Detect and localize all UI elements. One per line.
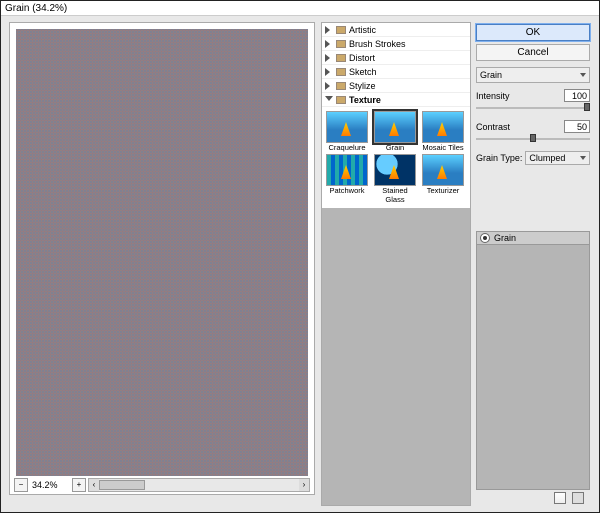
thumb-craquelure[interactable]: Craquelure [324, 111, 370, 152]
category-texture[interactable]: Texture [322, 93, 470, 107]
category-label: Distort [349, 53, 375, 63]
intensity-slider[interactable] [476, 104, 590, 112]
thumb-stained-glass[interactable]: Stained Glass [372, 154, 418, 204]
thumb-label: Mosaic Tiles [420, 143, 466, 152]
category-distort[interactable]: Distort [322, 51, 470, 65]
thumb-mosaic-tiles[interactable]: Mosaic Tiles [420, 111, 466, 152]
folder-icon [336, 54, 346, 62]
window-title: Grain (34.2%) [1, 1, 599, 16]
thumb-label: Stained Glass [372, 186, 418, 204]
delete-effect-layer-icon[interactable] [572, 492, 584, 504]
filter-name-label: Grain [480, 70, 502, 80]
category-label: Sketch [349, 67, 377, 77]
zoom-out-button[interactable]: − [14, 478, 28, 492]
category-sketch[interactable]: Sketch [322, 65, 470, 79]
param-contrast: Contrast [476, 120, 590, 143]
folder-icon [336, 82, 346, 90]
chevron-down-icon [580, 156, 586, 160]
thumb-label: Patchwork [324, 186, 370, 195]
ok-button[interactable]: OK [476, 24, 590, 41]
category-label: Artistic [349, 25, 376, 35]
zoom-in-button[interactable]: + [72, 478, 86, 492]
thumb-label: Texturizer [420, 186, 466, 195]
thumb-label: Craquelure [324, 143, 370, 152]
folder-icon [336, 40, 346, 48]
thumb-label: Grain [372, 143, 418, 152]
chevron-right-icon [325, 40, 333, 48]
category-brush-strokes[interactable]: Brush Strokes [322, 37, 470, 51]
chevron-right-icon [325, 68, 333, 76]
preview-panel: − 34.2% + ‹› [9, 22, 315, 495]
effect-layer-row[interactable]: Grain [476, 231, 590, 245]
filter-name-select[interactable]: Grain [476, 67, 590, 83]
visibility-eye-icon[interactable] [480, 233, 490, 243]
chevron-right-icon [325, 54, 333, 62]
param-intensity: Intensity [476, 89, 590, 112]
param-label: Contrast [476, 122, 510, 132]
category-label: Texture [349, 95, 381, 105]
category-label: Brush Strokes [349, 39, 406, 49]
chevron-down-icon [325, 96, 333, 104]
new-effect-layer-icon[interactable] [554, 492, 566, 504]
grain-type-value: Clumped [529, 153, 565, 163]
intensity-input[interactable] [564, 89, 590, 102]
chevron-right-icon [325, 82, 333, 90]
thumb-patchwork[interactable]: Patchwork [324, 154, 370, 204]
chevron-right-icon [325, 26, 333, 34]
contrast-slider[interactable] [476, 135, 590, 143]
folder-icon [336, 26, 346, 34]
settings-panel: OK Cancel Grain Intensity Contrast [476, 22, 590, 506]
horizontal-scrollbar[interactable]: ‹› [88, 478, 310, 492]
effect-layers-panel [476, 245, 590, 490]
grain-type-select[interactable]: Clumped [525, 151, 590, 165]
contrast-input[interactable] [564, 120, 590, 133]
thumb-texturizer[interactable]: Texturizer [420, 154, 466, 204]
category-artistic[interactable]: Artistic [322, 23, 470, 37]
param-label: Intensity [476, 91, 510, 101]
filter-category-panel: Artistic Brush Strokes Distort Sketch St… [321, 22, 471, 506]
thumb-grain[interactable]: Grain [372, 111, 418, 152]
category-label: Stylize [349, 81, 376, 91]
cancel-button[interactable]: Cancel [476, 44, 590, 61]
chevron-down-icon [580, 73, 586, 77]
category-stylize[interactable]: Stylize [322, 79, 470, 93]
folder-icon [336, 68, 346, 76]
preview-canvas[interactable] [16, 29, 308, 476]
filter-thumbnails: Craquelure Grain Mosaic Tiles Patchwork … [322, 107, 470, 208]
folder-icon [336, 96, 346, 104]
effect-layer-label: Grain [494, 233, 516, 243]
grain-type-label: Grain Type: [476, 153, 522, 163]
zoom-level: 34.2% [30, 480, 70, 490]
